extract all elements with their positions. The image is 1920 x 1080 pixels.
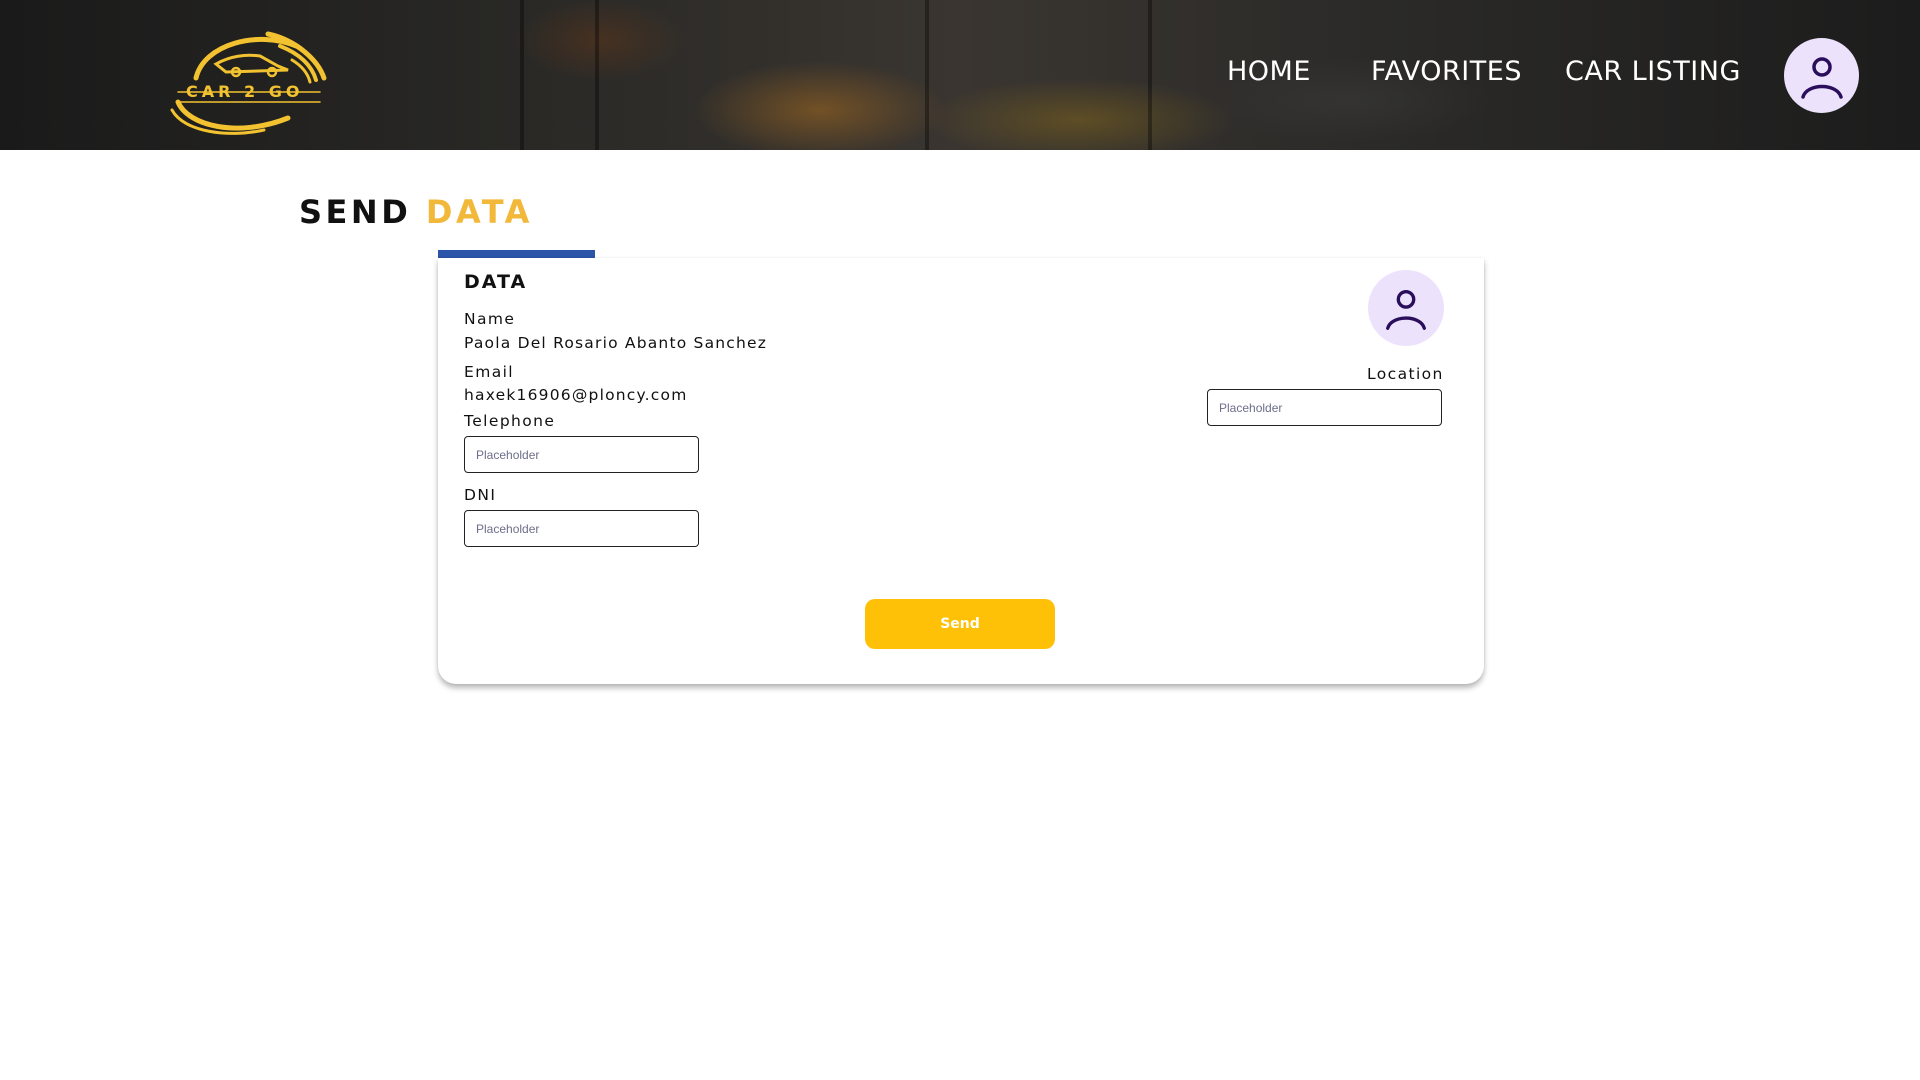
background-decor [1148,0,1152,150]
nav-car-listing[interactable]: CAR LISTING [1565,56,1741,96]
name-label: Name [464,310,516,328]
location-label: Location [1367,365,1444,383]
user-icon [1800,56,1843,99]
name-value: Paola Del Rosario Abanto Sanchez [464,334,768,352]
nav-favorites[interactable]: FAVORITES [1371,56,1522,96]
page-title: SEND DATA [299,193,533,231]
background-decor [595,0,599,150]
dni-input[interactable] [464,510,699,547]
card-heading: DATA [464,271,528,293]
top-navbar: CAR 2 GO HOME FAVORITES CAR LISTING [0,0,1920,150]
car2go-logo[interactable] [168,26,328,136]
dni-label: DNI [464,486,497,504]
logo-text: CAR 2 GO [186,82,304,101]
background-decor [520,0,524,150]
page-title-part2: DATA [425,193,533,231]
telephone-label: Telephone [464,412,556,430]
location-input[interactable] [1207,389,1442,426]
data-form-card: DATA Name Paola Del Rosario Abanto Sanch… [438,258,1484,684]
card-accent-bar [438,250,595,258]
user-icon [1386,289,1426,330]
profile-avatar[interactable] [1368,270,1444,346]
background-decor [925,0,929,150]
telephone-input[interactable] [464,436,699,473]
email-value: haxek16906@ploncy.com [464,386,688,404]
page-title-part1: SEND [299,193,412,231]
nav-home[interactable]: HOME [1227,56,1311,96]
email-label: Email [464,363,515,381]
send-button[interactable]: Send [865,599,1055,649]
user-avatar-button[interactable] [1784,38,1859,113]
